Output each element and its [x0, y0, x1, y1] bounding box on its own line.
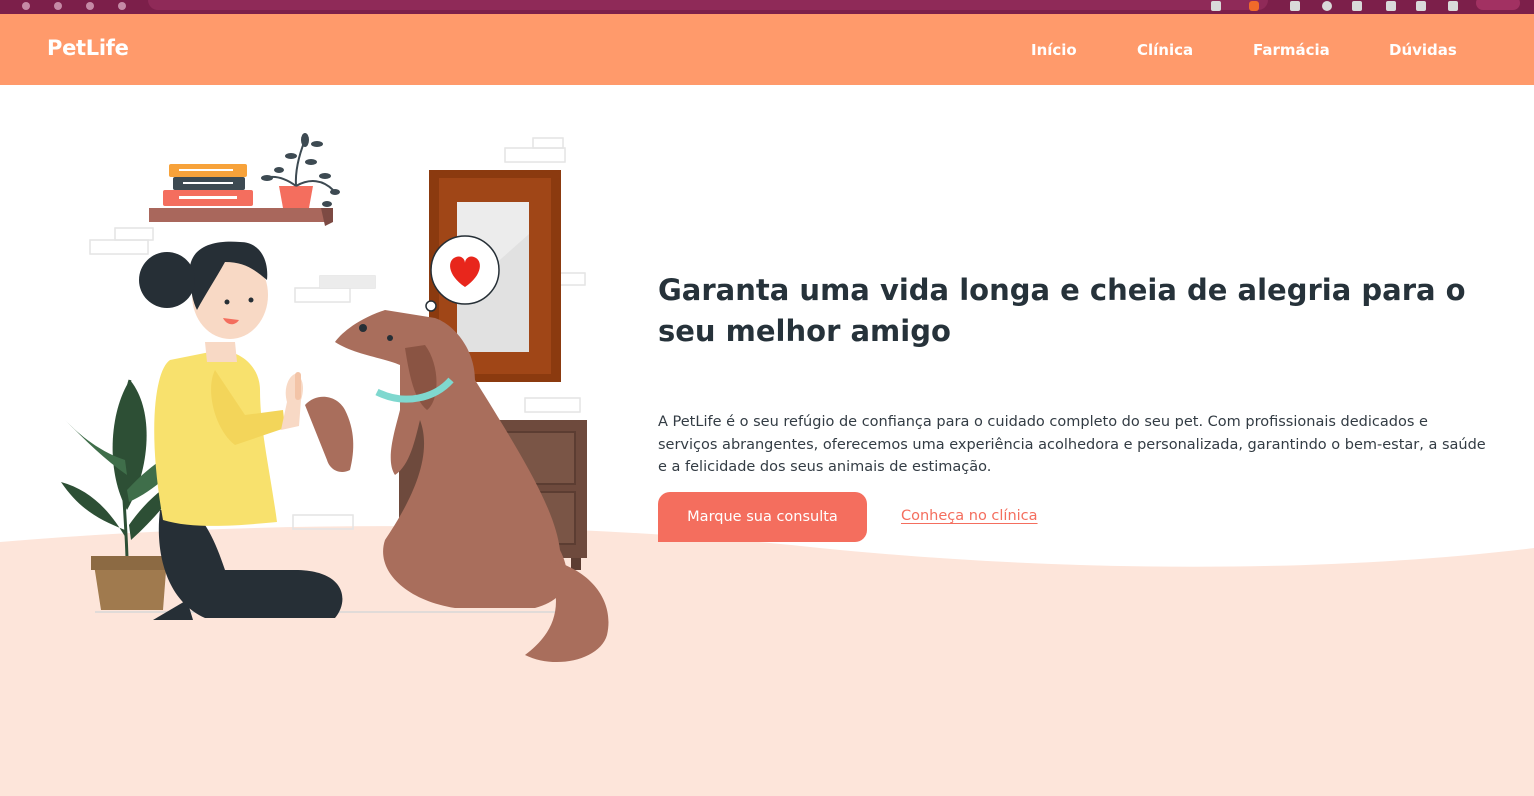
extension-icon[interactable]	[1386, 1, 1396, 11]
book-appointment-button[interactable]: Marque sua consulta	[658, 492, 867, 542]
brand-logo[interactable]: PetLife	[47, 36, 129, 60]
extension-icon[interactable]	[1211, 1, 1221, 11]
visit-clinic-link[interactable]: Conheça no clínica	[901, 508, 1038, 524]
wall-shelf	[149, 133, 340, 226]
puzzle-icon[interactable]	[1416, 1, 1426, 11]
woman-figure	[139, 241, 343, 620]
bookmark-star-icon[interactable]	[118, 2, 126, 10]
nav-link-clinica[interactable]: Clínica	[1137, 41, 1193, 59]
extension-icon[interactable]	[1352, 1, 1362, 11]
nav-link-duvidas[interactable]: Dúvidas	[1389, 41, 1457, 59]
reload-icon[interactable]	[54, 2, 62, 10]
apps-icon[interactable]	[86, 2, 94, 10]
woman-high-fiving-dog-illustration	[61, 133, 609, 663]
address-bar[interactable]	[148, 0, 1268, 10]
nav-link-inicio[interactable]: Início	[1031, 41, 1077, 59]
brave-shield-icon[interactable]	[1249, 1, 1259, 11]
site-navbar: PetLife Início Clínica Farmácia Dúvidas	[0, 14, 1534, 85]
back-icon[interactable]	[22, 2, 30, 10]
extension-icon[interactable]	[1322, 1, 1332, 11]
profile-pill[interactable]	[1476, 0, 1520, 10]
extension-icon[interactable]	[1448, 1, 1458, 11]
hero-title: Garanta uma vida longa e cheia de alegri…	[658, 273, 1466, 348]
extension-icon[interactable]	[1290, 1, 1300, 11]
nav-link-farmacia[interactable]: Farmácia	[1253, 41, 1330, 59]
hero-description: A PetLife é o seu refúgio de confiança p…	[658, 414, 1486, 475]
browser-toolbar	[0, 0, 1534, 14]
